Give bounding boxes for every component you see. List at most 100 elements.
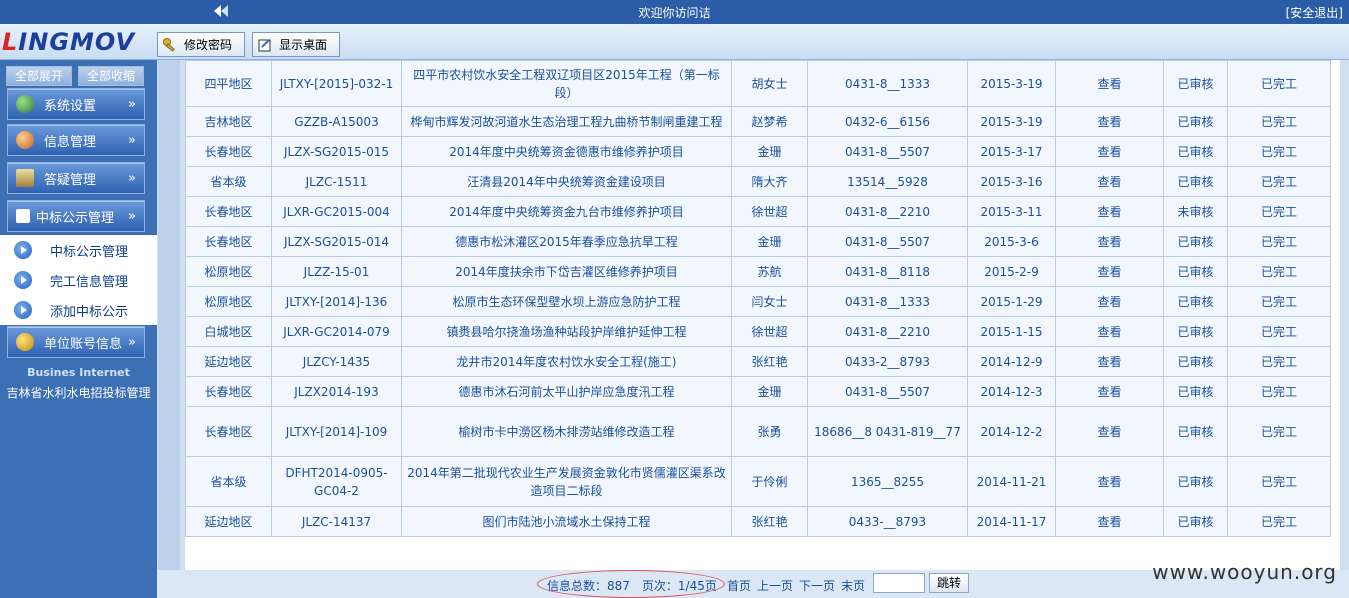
cell-audit-status: 已审核 (1163, 376, 1228, 407)
watermark: www.wooyun.org (1152, 560, 1337, 584)
cell-project: 2014年第二批现代农业生产发展资金敦化市贤儒灌区渠系改造项目二标段 (401, 456, 732, 507)
cell-audit-status: 已审核 (1163, 346, 1228, 377)
view-link[interactable]: 查看 (1055, 346, 1164, 377)
key-icon (163, 37, 175, 52)
show-desktop-button[interactable]: 显示桌面 (252, 32, 340, 57)
cell-date: 2014-12-2 (967, 406, 1056, 457)
cell-audit-status: 已审核 (1163, 456, 1228, 507)
change-password-button[interactable]: 修改密码 (157, 32, 245, 57)
cell-date: 2015-1-29 (967, 286, 1056, 317)
cell-completion-status: 已完工 (1227, 196, 1331, 227)
table-row: 长春地区 JLZX2014-193 德惠市沐石河前太平山护岸应急度汛工程 金珊 0431… (185, 376, 1331, 407)
cell-audit-status: 已审核 (1163, 226, 1228, 257)
cell-region: 长春地区 (185, 136, 272, 167)
view-link[interactable]: 查看 (1055, 286, 1164, 317)
chevron-right-icon: » (128, 208, 136, 224)
view-link[interactable]: 查看 (1055, 226, 1164, 257)
cell-region: 延边地区 (185, 346, 272, 377)
chevron-right-icon: » (128, 334, 136, 350)
view-link[interactable]: 查看 (1055, 506, 1164, 537)
cell-date: 2015-3-11 (967, 196, 1056, 227)
cell-contact: 金珊 (731, 226, 808, 257)
table-row: 长春地区 JLZX-SG2015-015 2014年度中央统筹资金德惠市维修养护项目… (185, 136, 1331, 167)
list-icon (16, 209, 30, 223)
logout-link[interactable]: [安全退出] (1286, 4, 1343, 21)
cell-contact: 徐世超 (731, 196, 808, 227)
view-link[interactable]: 查看 (1055, 406, 1164, 457)
cell-project: 龙井市2014年度农村饮水安全工程(施工) (401, 346, 732, 377)
cell-contact: 徐世超 (731, 316, 808, 347)
cell-phone: 0431-8__8118 (807, 256, 968, 287)
table-row: 松原地区 JLTXY-[2014]-136 松原市生态环保型壁水坝上游应急防护工程闫… (185, 286, 1331, 317)
expand-all-button[interactable]: 全部展开 (6, 66, 72, 86)
view-link[interactable]: 查看 (1055, 256, 1164, 287)
view-link[interactable]: 查看 (1055, 376, 1164, 407)
view-link[interactable]: 查看 (1055, 166, 1164, 197)
collapse-all-button[interactable]: 全部收缩 (78, 66, 144, 86)
menu-info-management[interactable]: 信息管理» (7, 124, 145, 156)
cell-phone: 0433-2__8793 (807, 346, 968, 377)
table-row: 长春地区 JLZX-SG2015-014 德惠市松沐灌区2015年春季应急抗旱工程金… (185, 226, 1331, 257)
cell-region: 省本级 (185, 166, 272, 197)
top-bar: 欢迎你访问诘 [安全退出] (0, 0, 1349, 24)
menu-unit-account[interactable]: 单位账号信息» (7, 326, 145, 358)
cell-contact: 张红艳 (731, 346, 808, 377)
cell-project: 德惠市沐石河前太平山护岸应急度汛工程 (401, 376, 732, 407)
cell-audit-status: 未审核 (1163, 196, 1228, 227)
prev-page-link[interactable]: 上一页 (757, 577, 793, 594)
cell-completion-status: 已完工 (1227, 456, 1331, 507)
menu-qa-management[interactable]: 答疑管理» (7, 162, 145, 194)
submenu-item-add-announcement[interactable]: 添加中标公示 (0, 295, 157, 325)
cell-project: 图们市陆池小流域水土保持工程 (401, 506, 732, 537)
cell-phone: 0431-8__2210 (807, 196, 968, 227)
cell-project: 镇赉县哈尔挠渔场渔种站段护岸维护延伸工程 (401, 316, 732, 347)
table-row: 长春地区 JLTXY-[2014]-109 榆树市卡中澇区杨木排涝站维修改造工程 张勇… (185, 406, 1331, 457)
cell-code: JLTXY-[2014]-136 (271, 286, 402, 317)
cell-contact: 隋大齐 (731, 166, 808, 197)
people-icon (16, 131, 34, 149)
cell-date: 2014-12-3 (967, 376, 1056, 407)
cell-audit-status: 已审核 (1163, 406, 1228, 457)
cell-completion-status: 已完工 (1227, 406, 1331, 457)
view-link[interactable]: 查看 (1055, 60, 1164, 107)
view-link[interactable]: 查看 (1055, 316, 1164, 347)
cell-date: 2015-3-19 (967, 60, 1056, 107)
cell-completion-status: 已完工 (1227, 346, 1331, 377)
cell-region: 长春地区 (185, 196, 272, 227)
cell-date: 2015-2-9 (967, 256, 1056, 287)
jump-button[interactable]: 跳转 (929, 573, 969, 593)
cell-project: 榆树市卡中澇区杨木排涝站维修改造工程 (401, 406, 732, 457)
play-circle-icon (14, 241, 32, 259)
menu-system-settings[interactable]: 系统设置» (7, 88, 145, 120)
scrollbar[interactable] (158, 60, 180, 598)
cell-code: JLZX-SG2015-014 (271, 226, 402, 257)
content-frame: 四平地区 JLTXY-[2015]-032-1 四平市农村饮水安全工程双辽项目区20… (157, 60, 1349, 598)
view-link[interactable]: 查看 (1055, 456, 1164, 507)
cell-phone: 0432-6__6156 (807, 106, 968, 137)
cell-phone: 0431-8__5507 (807, 376, 968, 407)
view-link[interactable]: 查看 (1055, 136, 1164, 167)
submenu-item-bid-announcement[interactable]: 中标公示管理 (0, 235, 157, 265)
cell-code: JLZX2014-193 (271, 376, 402, 407)
cell-contact: 金珊 (731, 376, 808, 407)
cell-project: 2014年度扶余市下岱吉灌区维修养护项目 (401, 256, 732, 287)
cell-code: JLZC-1511 (271, 166, 402, 197)
first-page-link[interactable]: 首页 (727, 577, 751, 594)
cell-completion-status: 已完工 (1227, 226, 1331, 257)
cell-phone: 0431-8__1333 (807, 60, 968, 107)
view-link[interactable]: 查看 (1055, 106, 1164, 137)
last-page-link[interactable]: 末页 (841, 577, 865, 594)
menu-bid-announcement[interactable]: 中标公示管理» (7, 200, 145, 232)
cell-date: 2014-12-9 (967, 346, 1056, 377)
next-page-link[interactable]: 下一页 (799, 577, 835, 594)
cell-date: 2015-1-15 (967, 316, 1056, 347)
cell-audit-status: 已审核 (1163, 256, 1228, 287)
play-circle-icon (14, 271, 32, 289)
cell-audit-status: 已审核 (1163, 286, 1228, 317)
cell-audit-status: 已审核 (1163, 506, 1228, 537)
page-jump-input[interactable] (873, 573, 925, 593)
cell-audit-status: 已审核 (1163, 316, 1228, 347)
submenu-item-completion-info[interactable]: 完工信息管理 (0, 265, 157, 295)
tools-icon (16, 169, 34, 187)
view-link[interactable]: 查看 (1055, 196, 1164, 227)
